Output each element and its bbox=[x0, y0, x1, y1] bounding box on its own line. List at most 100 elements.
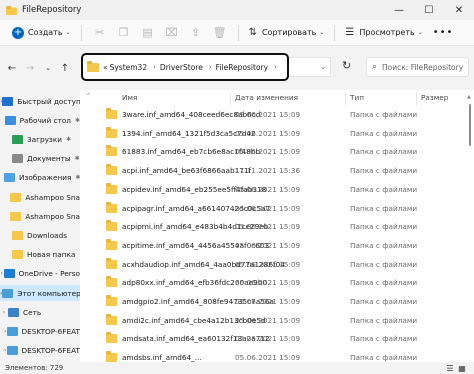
file-row[interactable]: acxhdaudiop.inf_amd64_4aa0bd77a1286f04 05… bbox=[80, 255, 474, 274]
breadcrumb-separator[interactable]: › bbox=[153, 63, 156, 71]
column-divider[interactable] bbox=[230, 93, 231, 105]
breadcrumb-filerepository[interactable]: FileRepository bbox=[216, 63, 268, 72]
sidebar-item[interactable]: Ashampoo Sna bbox=[0, 208, 80, 224]
column-divider[interactable] bbox=[416, 93, 417, 105]
sidebar-item[interactable]: Документы ✱ bbox=[0, 151, 80, 167]
file-type: Папка с файлами bbox=[350, 334, 418, 344]
view-button[interactable]: ☰ Просмотреть ⌄ bbox=[341, 23, 426, 43]
delete-icon[interactable]: 🗑 bbox=[208, 23, 232, 43]
sidebar-item[interactable]: › Этот компьютер bbox=[0, 285, 80, 301]
file-row[interactable]: acpidev.inf_amd64_eb255ee5ff4fab318 05.06… bbox=[80, 180, 474, 199]
command-bar: + Создать ⌄ ✂ ❐ ▤ ⌧ ⇪ 🗑 ⇅ Сортировать ⌄ … bbox=[0, 20, 474, 46]
computer-icon bbox=[2, 288, 14, 298]
download-icon bbox=[12, 134, 23, 144]
sidebar-item[interactable]: › OneDrive - Perso bbox=[0, 266, 80, 282]
file-row[interactable]: acpipagr.inf_amd64_a66140742dc0c5a7 05.06… bbox=[80, 199, 474, 218]
column-date[interactable]: Дата изменения bbox=[235, 93, 298, 102]
file-row[interactable]: acpi.inf_amd64_be63f6866aab171f 11.11.202… bbox=[80, 161, 474, 180]
sidebar-item[interactable]: › DESKTOP-6FEAT bbox=[0, 323, 80, 339]
file-date: 11.11.2021 15:36 bbox=[235, 166, 301, 176]
sidebar-item[interactable]: Ashampoo Sna bbox=[0, 189, 80, 205]
file-row[interactable]: amdsata.inf_amd64_ea60132f13a2a712 05.06.… bbox=[80, 329, 474, 348]
breadcrumb-system32[interactable]: System32 bbox=[110, 63, 148, 72]
scroll-up-icon[interactable]: ▲ bbox=[467, 94, 471, 100]
share-icon[interactable]: ⇪ bbox=[184, 23, 208, 43]
file-row[interactable]: acpitime.inf_amd64_4456a4554af0c603 05.06… bbox=[80, 236, 474, 255]
column-divider[interactable] bbox=[345, 93, 346, 105]
window-title: FileRepository bbox=[22, 5, 82, 15]
refresh-icon[interactable]: ↻ bbox=[342, 59, 351, 72]
folder-icon bbox=[12, 250, 23, 260]
maximize-button[interactable]: ☐ bbox=[414, 0, 444, 20]
sidebar-item[interactable]: › Быстрый доступ bbox=[0, 93, 80, 109]
tiles-view-icon[interactable]: ▦ bbox=[456, 363, 468, 373]
back-arrow-icon[interactable]: ← bbox=[3, 59, 21, 77]
recent-locations-icon[interactable]: ⌄ bbox=[39, 59, 57, 77]
sidebar-item-label: Ashampoo Sna bbox=[25, 192, 80, 202]
copy-icon[interactable]: ❐ bbox=[112, 23, 136, 43]
file-row[interactable]: acpipmi.inf_amd64_e483b4b4d1ce29eb 05.06.… bbox=[80, 217, 474, 236]
expand-chevron-icon[interactable]: › bbox=[0, 270, 4, 277]
file-row[interactable]: 1394.inf_amd64_1321f5d3ca5c7d42 05.06.202… bbox=[80, 124, 474, 143]
close-button[interactable]: ✕ bbox=[444, 0, 474, 20]
address-bar[interactable]: « System32 › DriverStore › FileRepositor… bbox=[81, 53, 289, 81]
expand-chevron-icon[interactable]: › bbox=[0, 309, 8, 316]
chevron-down-icon: ⌄ bbox=[320, 63, 326, 71]
sidebar-item[interactable]: Загрузки ✱ bbox=[0, 131, 80, 147]
folder-icon bbox=[106, 201, 117, 213]
sort-arrow-icon: ^ bbox=[86, 93, 92, 100]
breadcrumb-driverstore[interactable]: DriverStore bbox=[160, 63, 203, 72]
folder-app-icon bbox=[6, 5, 17, 15]
file-row[interactable]: amdi2c.inf_amd64_cbe4a12b13cb0e5d 05.06.2… bbox=[80, 311, 474, 330]
cut-icon[interactable]: ✂ bbox=[88, 23, 112, 43]
details-view-icon[interactable]: ☰ bbox=[444, 363, 456, 373]
sidebar-item[interactable]: › Сеть bbox=[0, 304, 80, 320]
toolbar-divider bbox=[80, 24, 82, 41]
file-date: 05.06.2021 15:09 bbox=[235, 203, 301, 213]
file-date: 05.06.2021 15:09 bbox=[235, 147, 301, 157]
forward-arrow-icon[interactable]: → bbox=[21, 59, 39, 77]
file-list: ^ Имя Дата изменения Тип Размер 3ware.in… bbox=[80, 90, 474, 362]
sidebar-item[interactable]: Новая папка bbox=[0, 247, 80, 263]
sidebar-item[interactable]: › DESKTOP-6FEAT bbox=[0, 343, 80, 359]
column-size[interactable]: Размер bbox=[421, 93, 448, 102]
minimize-button[interactable]: — bbox=[384, 0, 414, 20]
rename-icon[interactable]: ⌧ bbox=[160, 23, 184, 43]
folder-icon bbox=[106, 126, 117, 138]
new-button[interactable]: + Создать ⌄ bbox=[8, 23, 75, 43]
file-date: 05.06.2021 15:09 bbox=[235, 297, 301, 306]
sidebar-item-label: Этот компьютер bbox=[17, 288, 80, 298]
folder-icon bbox=[106, 145, 117, 157]
view-icon: ☰ bbox=[345, 27, 355, 38]
file-row[interactable]: adp80xx.inf_amd64_efb36fdc260ae9b0 05.06.… bbox=[80, 273, 474, 292]
vertical-scrollbar[interactable]: ▲ bbox=[467, 94, 472, 356]
file-row[interactable]: amdsbs.inf_amd64_... 05.06.2021 15:09 Папк… bbox=[80, 348, 474, 362]
file-row[interactable]: 61883.inf_amd64_eb7cb6e8ac1f48bb 05.06.20… bbox=[80, 142, 474, 161]
search-input[interactable]: ⌕ Поиск: FileRepository bbox=[366, 57, 469, 77]
column-name[interactable]: Имя bbox=[122, 93, 137, 102]
file-date: 05.06.2021 15:09 bbox=[235, 184, 301, 194]
file-row[interactable]: amdgpio2.inf_amd64_808fe94735c7a56a 05.06… bbox=[80, 292, 474, 311]
folder-icon bbox=[106, 276, 117, 288]
cloud-icon bbox=[3, 269, 15, 279]
scrollbar-thumb[interactable] bbox=[469, 104, 471, 146]
breadcrumb-separator[interactable]: › bbox=[274, 63, 277, 71]
pin-icon: ✱ bbox=[74, 155, 80, 163]
sidebar-item[interactable]: Рабочий стол ✱ bbox=[0, 112, 80, 128]
sidebar-item[interactable]: Downloads bbox=[0, 227, 80, 243]
toolbar-divider bbox=[237, 24, 239, 41]
item-count: Элементов: 729 bbox=[5, 364, 64, 372]
paste-icon[interactable]: ▤ bbox=[136, 23, 160, 43]
file-date: 05.06.2021 15:09 bbox=[235, 240, 301, 250]
breadcrumb-overflow[interactable]: « bbox=[103, 63, 108, 72]
more-options-icon[interactable]: ••• bbox=[433, 27, 454, 38]
address-dropdown[interactable]: ⌄ bbox=[289, 57, 331, 77]
file-row[interactable]: 3ware.inf_amd64_408ceed6ec8ab6cd 05.06.20… bbox=[80, 105, 474, 124]
sort-button[interactable]: ⇅ Сортировать ⌄ bbox=[245, 23, 329, 43]
title-bar: FileRepository — ☐ ✕ bbox=[0, 0, 474, 20]
breadcrumb-separator[interactable]: › bbox=[209, 63, 212, 71]
column-type[interactable]: Тип bbox=[350, 93, 364, 102]
up-arrow-icon[interactable]: ↑ bbox=[56, 59, 74, 77]
file-type: Папка с файлами bbox=[350, 315, 418, 325]
sidebar-item[interactable]: Изображения ✱ bbox=[0, 170, 80, 186]
